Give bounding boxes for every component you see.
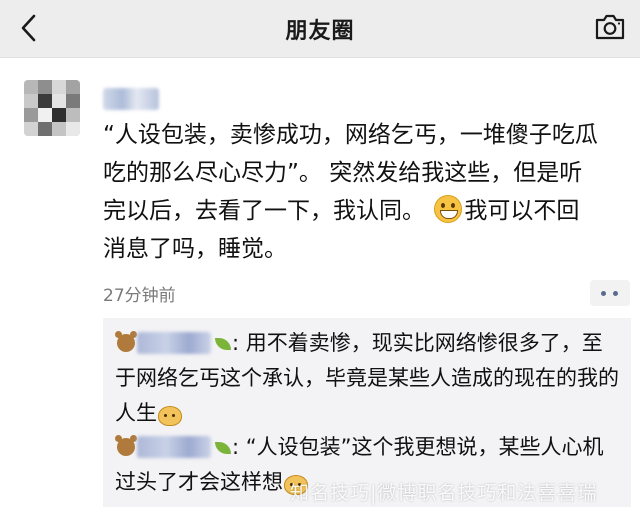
dot-icon	[601, 291, 606, 296]
post-line-4: 消息了吗，睡觉。	[103, 236, 287, 262]
post-line-2: 吃的那么尽心尽力”。 突然发给我这些，但是听	[103, 160, 583, 186]
page-title: 朋友圈	[285, 19, 355, 44]
post-time: 27分钟前	[103, 286, 176, 306]
user-avatar[interactable]	[24, 80, 80, 136]
camera-icon[interactable]	[594, 13, 626, 41]
leaf-emoji-icon	[215, 338, 231, 350]
nickname-blurred[interactable]	[103, 88, 159, 110]
post-line-3b: 我可以不回	[464, 198, 580, 224]
bear-emoji-icon	[115, 435, 137, 457]
dot-icon	[613, 291, 618, 296]
commenter-name-blurred[interactable]	[137, 436, 211, 458]
comment-item[interactable]: : 用不着卖惨，现实比网络惨很多了，至于网络乞丐这个承认，毕竟是某些人造成的现在…	[115, 326, 620, 431]
watermark: 知名技巧|微博职名技巧和法喜喜瑞	[290, 482, 598, 504]
post-line-1: “人设包装，卖惨成功，网络乞丐，一堆傻子吃瓜	[103, 122, 598, 148]
more-options-button[interactable]	[590, 280, 630, 306]
cat-emoji-icon	[157, 402, 182, 426]
leaf-emoji-icon	[215, 442, 231, 454]
commenter-name-blurred[interactable]	[137, 332, 211, 354]
post-content: “人设包装，卖惨成功，网络乞丐，一堆傻子吃瓜 吃的那么尽心尽力”。 突然发给我这…	[103, 116, 628, 268]
grin-emoji-icon	[434, 195, 463, 223]
top-nav-bar: 朋友圈	[0, 0, 640, 58]
post-line-3a: 完以后，去看了一下，我认同。	[103, 198, 433, 224]
bear-emoji-icon	[115, 331, 137, 353]
